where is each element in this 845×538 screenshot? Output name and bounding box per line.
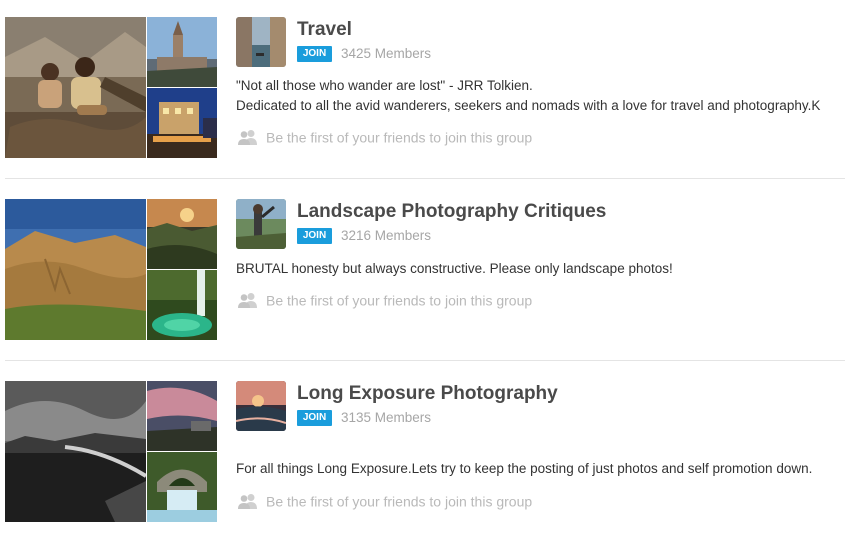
group-title[interactable]: Landscape Photography Critiques — [297, 201, 606, 223]
friends-hint-text: Be the first of your friends to join thi… — [266, 292, 533, 309]
group-thumbnail[interactable] — [236, 199, 286, 249]
description-line: "Not all those who wander are lost" - JR… — [236, 78, 533, 93]
stone-bridge-waterfall-photo[interactable] — [147, 452, 217, 522]
group-title[interactable]: Long Exposure Photography — [297, 383, 558, 405]
friends-hint-text: Be the first of your friends to join thi… — [266, 493, 533, 510]
join-button[interactable]: JOIN — [297, 228, 332, 244]
group-thumbnail[interactable] — [236, 17, 286, 67]
night-street-photo[interactable] — [147, 88, 217, 158]
church-photo[interactable] — [147, 17, 217, 87]
group-thumbnail[interactable] — [236, 381, 286, 431]
description-line: BRUTAL honesty but always constructive. … — [236, 261, 673, 276]
friends-hint-text: Be the first of your friends to join thi… — [266, 129, 533, 146]
join-button[interactable]: JOIN — [297, 410, 332, 426]
people-icon — [236, 493, 260, 510]
bw-lake-photo[interactable] — [5, 381, 146, 522]
join-button[interactable]: JOIN — [297, 46, 332, 62]
mountain-photo[interactable] — [5, 199, 146, 340]
photo-mosaic[interactable] — [5, 199, 217, 340]
people-icon — [236, 129, 260, 146]
divider — [5, 178, 845, 179]
photo-mosaic[interactable] — [5, 17, 217, 158]
friends-hint: Be the first of your friends to join thi… — [236, 291, 533, 309]
group-description: "Not all those who wander are lost" - JR… — [236, 76, 845, 116]
group-title[interactable]: Travel — [297, 19, 352, 41]
group-description: BRUTAL honesty but always constructive. … — [236, 259, 845, 279]
waterfall-photo[interactable] — [147, 270, 217, 340]
member-count: 3135 Members — [341, 410, 432, 425]
description-line: Dedicated to all the avid wanderers, see… — [236, 98, 821, 113]
pink-sky-photo[interactable] — [147, 381, 217, 451]
friends-hint: Be the first of your friends to join thi… — [236, 492, 533, 510]
divider — [5, 360, 845, 361]
description-line: For all things Long Exposure.Lets try to… — [236, 461, 813, 476]
people-icon — [236, 292, 260, 309]
sunset-valley-photo[interactable] — [147, 199, 217, 269]
friends-hint: Be the first of your friends to join thi… — [236, 128, 533, 146]
member-count: 3425 Members — [341, 46, 432, 61]
children-photo[interactable] — [5, 17, 146, 158]
photo-mosaic[interactable] — [5, 381, 217, 522]
member-count: 3216 Members — [341, 228, 432, 243]
group-description: For all things Long Exposure.Lets try to… — [236, 459, 845, 479]
